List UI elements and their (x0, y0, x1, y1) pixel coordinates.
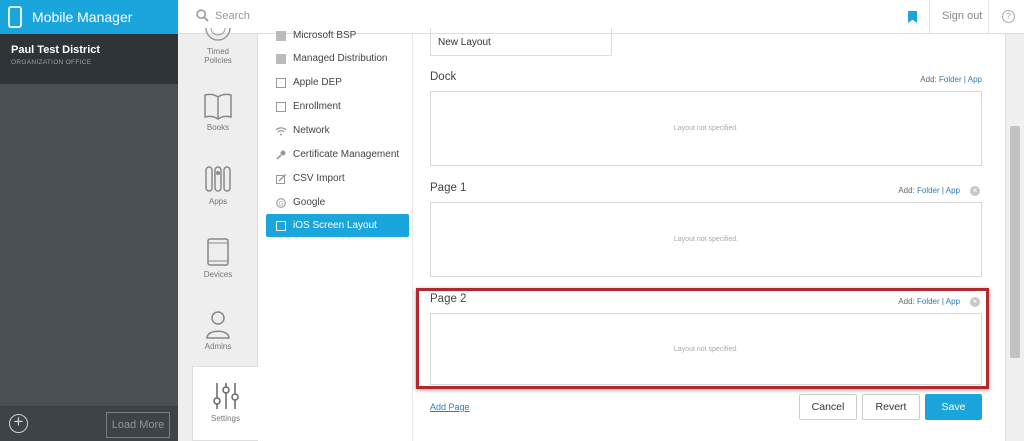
revert-button[interactable]: Revert (862, 394, 920, 420)
add-app-link[interactable]: App (946, 186, 960, 195)
search-icon (196, 9, 209, 22)
menu-item-label: Network (293, 125, 330, 136)
add-folder-link[interactable]: Folder (939, 75, 962, 84)
wifi-icon (276, 126, 286, 135)
nav-label: Policies (204, 56, 232, 65)
layout-name-input[interactable]: New Layout (430, 28, 612, 56)
menu-item-microsoft-bsp[interactable]: Microsoft BSP (266, 24, 409, 47)
section-title-dock: Dock (430, 71, 457, 83)
add-folder-link[interactable]: Folder (917, 186, 940, 195)
menu-item-label: Certificate Management (293, 149, 400, 160)
bookmark-icon[interactable] (908, 11, 917, 23)
square-icon (276, 77, 286, 88)
load-more-button[interactable]: Load More (106, 412, 170, 438)
apps-icon (205, 166, 231, 192)
edit-icon (276, 173, 286, 184)
svg-text:G: G (279, 201, 284, 207)
main-nav: Timed Policies Books Apps Devices Admins… (178, 28, 258, 441)
link-divider: | (963, 75, 966, 84)
page-2-highlight-frame (416, 288, 989, 389)
key-icon (276, 150, 286, 160)
menu-item-label: Enrollment (293, 101, 341, 112)
nav-label: Settings (211, 414, 240, 423)
menu-item-label: CSV Import (293, 173, 345, 184)
add-label: Add: (920, 75, 937, 84)
app-title: Mobile Manager (32, 9, 133, 25)
scrollbar-thumb[interactable] (1010, 126, 1020, 358)
add-links-dock: Add: Folder | App (920, 75, 982, 84)
add-page-link[interactable]: Add Page (430, 402, 470, 412)
help-icon[interactable]: ? (1002, 10, 1015, 23)
section-title-page-1: Page 1 (430, 182, 467, 194)
save-button[interactable]: Save (925, 394, 982, 420)
nav-label: Timed (207, 47, 229, 56)
menu-item-enrollment[interactable]: Enrollment (266, 95, 409, 118)
menu-item-managed-distribution[interactable]: Managed Distribution (266, 47, 409, 70)
dock-drop-area[interactable]: Layout not specified. (430, 91, 982, 166)
layout-editor: New Layout Dock Add: Folder | App Layout… (413, 28, 1005, 441)
divider (988, 0, 989, 34)
app-root: Mobile Manager Paul Test District ORGANI… (0, 0, 1024, 441)
menu-item-apple-dep[interactable]: Apple DEP (266, 71, 409, 94)
nav-label: Admins (204, 342, 232, 351)
nav-settings[interactable]: Settings (192, 366, 258, 441)
nav-label: Devices (203, 270, 233, 279)
sliders-icon (212, 383, 239, 409)
add-app-link[interactable]: App (968, 75, 982, 84)
org-name: Paul Test District (11, 44, 101, 56)
nav-label: Books (206, 123, 230, 132)
menu-item-csv-import[interactable]: CSV Import (266, 167, 409, 190)
book-icon (204, 93, 232, 120)
search-input[interactable]: Search (215, 10, 250, 22)
menu-item-google[interactable]: G Google (266, 191, 409, 214)
menu-item-ios-screen-layout[interactable]: iOS Screen Layout (266, 214, 409, 237)
tablet-icon (276, 101, 286, 112)
app-header: Mobile Manager (0, 0, 178, 34)
org-sidebar: Mobile Manager Paul Test District ORGANI… (0, 0, 178, 441)
org-subtitle: ORGANIZATION OFFICE (11, 59, 92, 66)
empty-layout-text: Layout not specified. (673, 236, 739, 243)
settings-menu: Microsoft BSP Managed Distribution Apple… (258, 30, 413, 441)
phone-icon (8, 6, 22, 28)
menu-item-network[interactable]: Network (266, 119, 409, 142)
nav-books[interactable]: Books (178, 92, 258, 132)
org-selector[interactable]: Paul Test District ORGANIZATION OFFICE (0, 34, 178, 84)
add-label: Add: (898, 186, 915, 195)
google-icon: G (276, 197, 286, 208)
menu-item-label: Apple DEP (293, 77, 342, 88)
nav-admins[interactable]: Admins (178, 309, 258, 351)
cancel-button[interactable]: Cancel (799, 394, 857, 420)
nav-label: Apps (208, 197, 228, 206)
page-scrollbar[interactable] (1005, 34, 1024, 441)
add-icon[interactable]: + (9, 413, 28, 433)
sign-out-link[interactable]: Sign out (942, 10, 982, 22)
page-1-drop-area[interactable]: Layout not specified. (430, 202, 982, 277)
menu-item-certificate-management[interactable]: Certificate Management (266, 143, 409, 166)
tablet-icon (276, 220, 286, 231)
menu-item-label: Microsoft BSP (293, 30, 357, 41)
add-links-page-1: Add: Folder | App (898, 186, 960, 195)
copy-icon (276, 53, 286, 64)
tablet-icon (207, 238, 229, 266)
menu-item-label: Google (293, 197, 326, 208)
divider (929, 0, 930, 34)
user-icon (206, 311, 230, 339)
nav-timed-policies[interactable]: Timed Policies (178, 28, 258, 65)
clock-icon (205, 28, 231, 41)
remove-page-icon[interactable]: × (970, 186, 980, 196)
menu-item-label: iOS Screen Layout (293, 220, 377, 231)
link-divider: | (941, 186, 944, 195)
sidebar-footer: + Load More (0, 406, 178, 441)
empty-layout-text: Layout not specified. (673, 125, 739, 132)
menu-item-label: Managed Distribution (293, 53, 388, 64)
nav-apps[interactable]: Apps (178, 164, 258, 206)
puzzle-icon (276, 30, 286, 41)
search-box[interactable]: Search (196, 9, 250, 22)
nav-devices[interactable]: Devices (178, 237, 258, 279)
